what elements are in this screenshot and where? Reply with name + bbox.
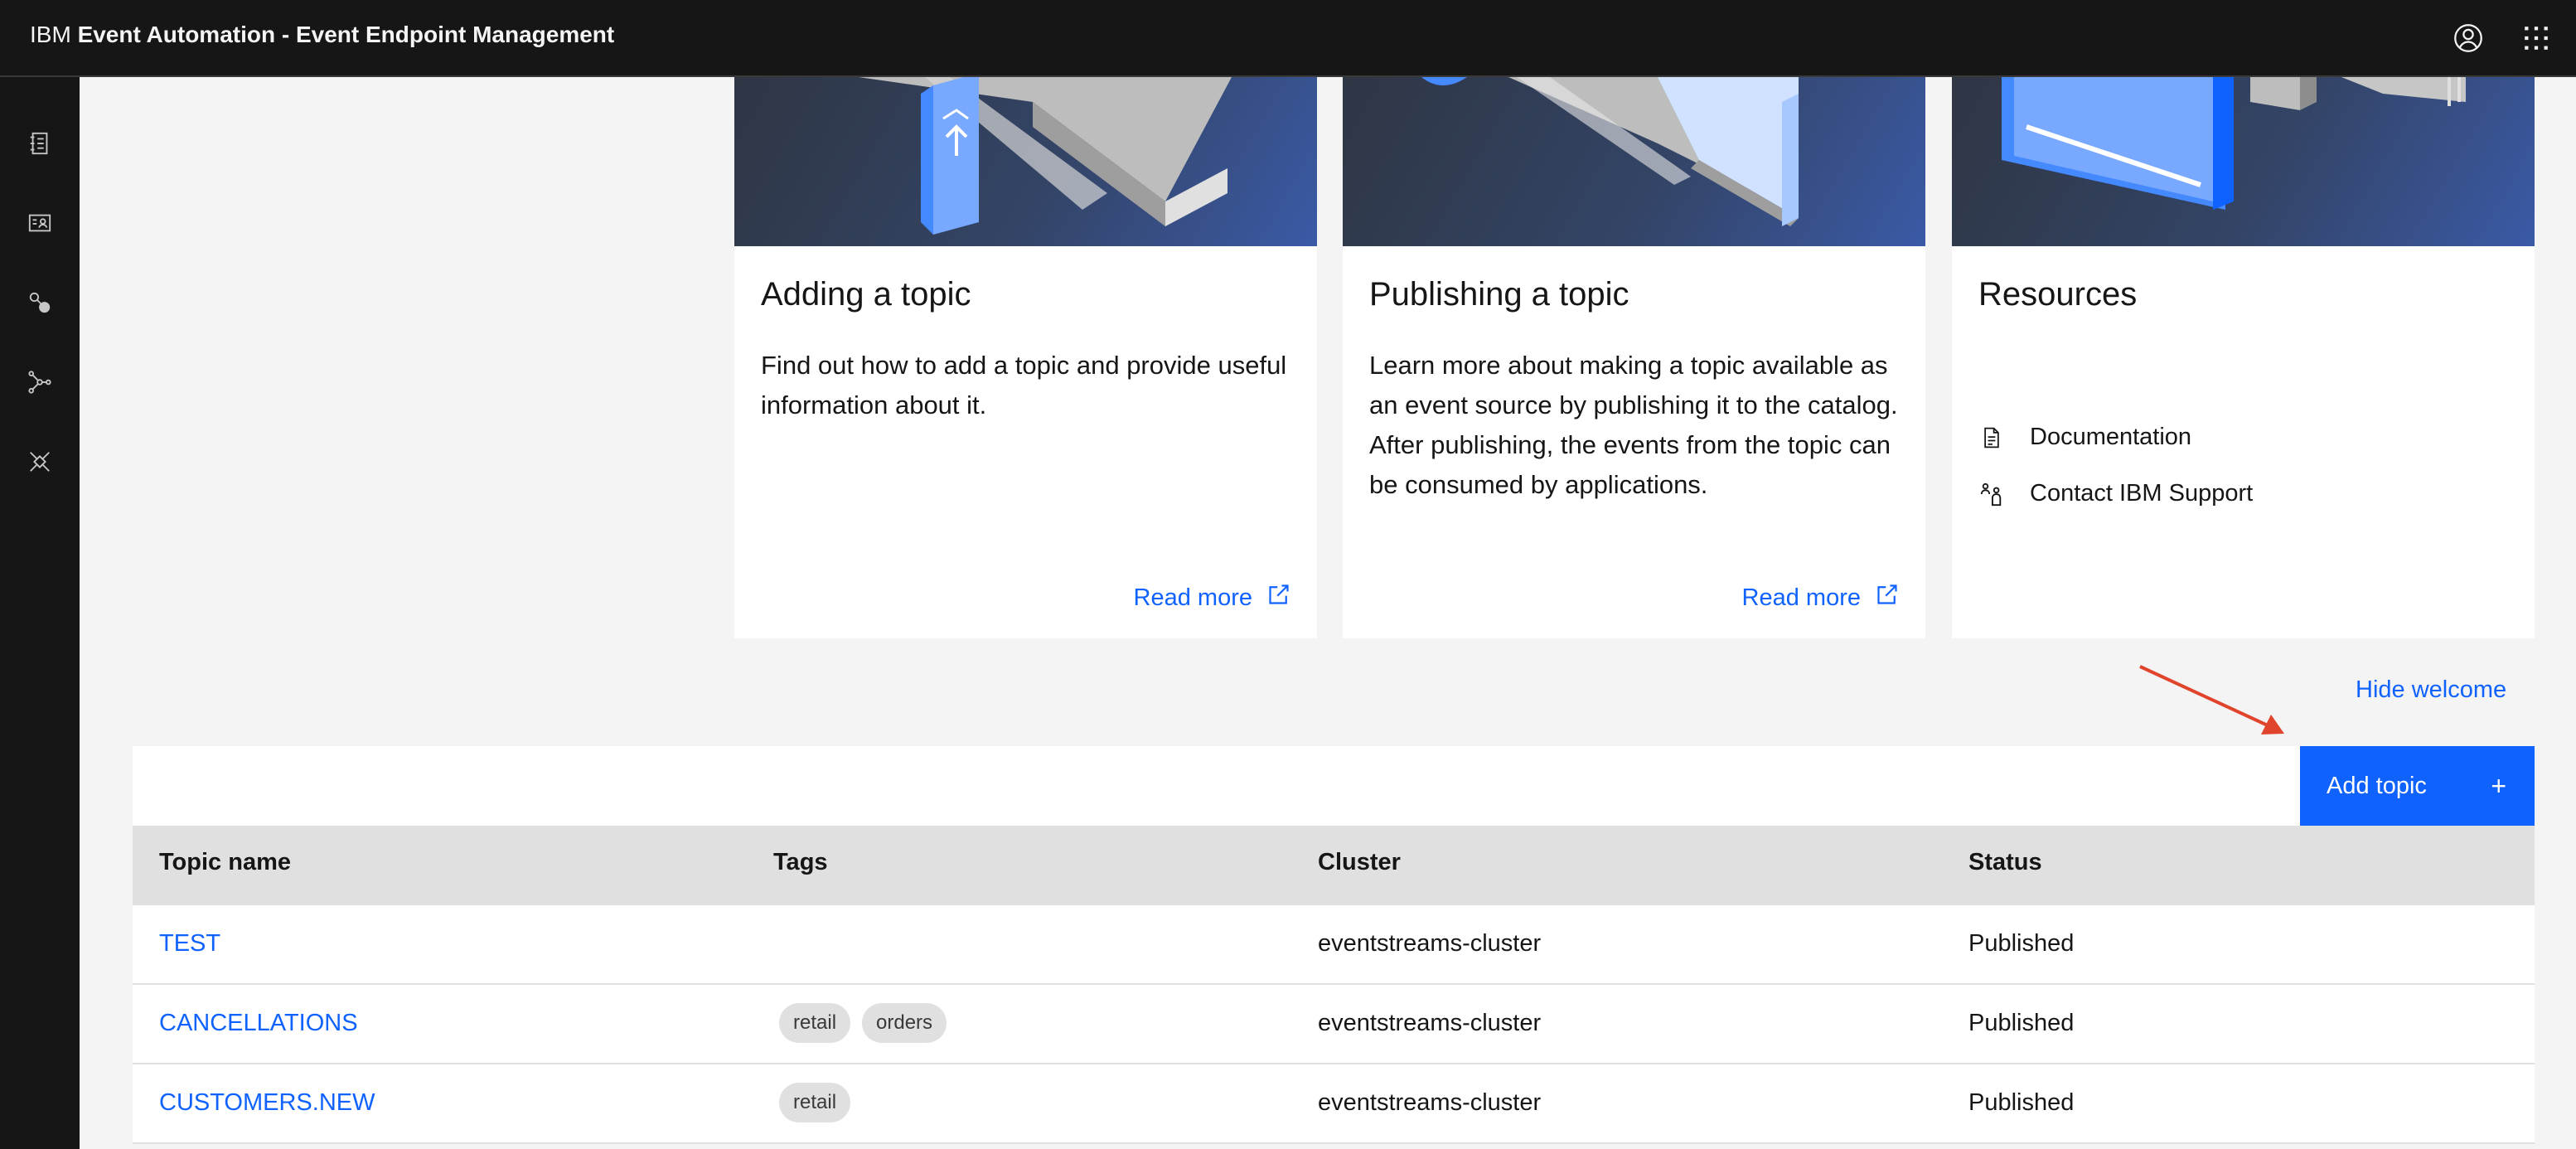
topics-icon[interactable] [23,286,56,319]
tag-badge: orders [862,1003,947,1043]
document-icon [1978,424,2005,451]
read-more-link[interactable]: Read more [1134,583,1290,613]
table-row[interactable]: TEST eventstreams-cluster Published [133,905,2535,985]
status-cell: Published [1968,930,2075,957]
control-policies-icon[interactable] [23,445,56,478]
status-cell: Published [1968,1010,2075,1036]
user-avatar-icon[interactable] [2452,22,2485,55]
table-toolbar [133,746,2535,826]
external-link-icon [1267,583,1290,613]
support-icon [1978,481,2005,507]
topic-name-link[interactable]: CANCELLATIONS [159,1010,358,1037]
documentation-label: Documentation [2030,424,2192,450]
table-header: Topic name Tags Cluster Status [133,826,2535,905]
tile-resources: Resources Documentation Contact IBM Supp… [1952,77,2535,638]
status-cell: Published [1968,1089,2075,1116]
contact-support-link[interactable]: Contact IBM Support [1978,480,2253,507]
read-more-label: Read more [1741,584,1861,611]
top-header: IBM Event Automation - Event Endpoint Ma… [0,0,2576,77]
tile-description: Learn more about making a topic availabl… [1369,351,1898,499]
table-row[interactable]: CUSTOMERS.NEW retail eventstreams-cluste… [133,1064,2535,1144]
tile-title: Resources [1978,276,2138,313]
column-header-cluster[interactable]: Cluster [1318,849,1401,876]
tile-publishing-topic: Publishing a topic Learn more about maki… [1343,77,1925,638]
topic-name-link[interactable]: TEST [159,930,220,958]
side-nav [0,77,80,1149]
tag-badge: retail [779,1083,851,1122]
contact-support-label: Contact IBM Support [2030,480,2254,507]
column-header-topic-name[interactable]: Topic name [159,849,291,876]
column-header-status[interactable]: Status [1968,849,2042,876]
tile-title: Adding a topic [761,276,971,313]
cluster-cell: eventstreams-cluster [1318,1089,1542,1116]
annotation-arrow [2139,665,2284,734]
cluster-cell: eventstreams-cluster [1318,930,1542,957]
add-topic-button[interactable]: Add topic + [2300,746,2535,826]
cluster-cell: eventstreams-cluster [1318,1010,1542,1036]
read-more-link[interactable]: Read more [1742,583,1899,613]
app-switcher-icon[interactable] [2520,22,2553,55]
documentation-link[interactable]: Documentation [1978,424,2191,451]
tile-illustration [1343,77,1925,246]
tile-description: Find out how to add a topic and provide … [761,351,1287,419]
read-more-label: Read more [1133,584,1252,611]
brand-name: Event Automation - Event Endpoint Manage… [77,22,615,47]
hide-welcome-link[interactable]: Hide welcome [2356,676,2506,704]
tag-badge: retail [779,1003,851,1043]
plus-icon: + [2491,770,2506,801]
tile-illustration [1952,77,2535,246]
subscriptions-icon[interactable] [23,206,56,240]
tile-illustration [734,77,1317,246]
catalog-icon[interactable] [23,127,56,160]
brand-prefix: IBM [30,22,71,47]
gateways-icon[interactable] [23,366,56,399]
column-header-tags[interactable]: Tags [773,849,828,876]
app-brand[interactable]: IBM Event Automation - Event Endpoint Ma… [30,22,614,48]
table-row[interactable]: CANCELLATIONS retail orders eventstreams… [133,985,2535,1064]
tile-adding-topic: Adding a topic Find out how to add a top… [734,77,1317,638]
tile-title: Publishing a topic [1369,276,1629,313]
external-link-icon [1876,583,1899,613]
topic-name-link[interactable]: CUSTOMERS.NEW [159,1089,375,1117]
add-topic-label: Add topic [2327,772,2427,799]
